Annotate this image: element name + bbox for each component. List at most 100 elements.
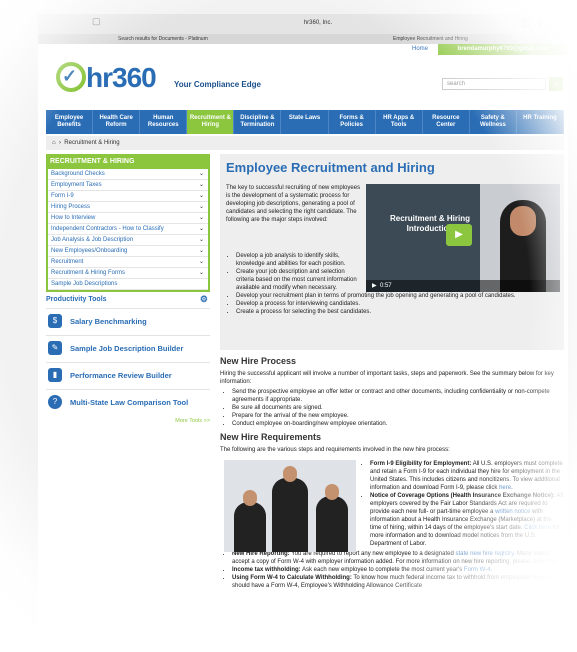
requirements-body: Form I-9 Eligibility for Employment: All… [220, 460, 564, 590]
nav-safety-wellness[interactable]: Safety & Wellness [470, 110, 517, 134]
main-nav: Employee Benefits Health Care Reform Hum… [46, 110, 565, 134]
tagline: Your Compliance Edge [174, 80, 261, 89]
list-item: Develop a process for interviewing candi… [236, 300, 566, 308]
list-item: New Hire Reporting: You are required to … [232, 550, 564, 566]
sidebar-toggle-icon[interactable]: ▢ [92, 16, 101, 27]
chevron-down-icon[interactable]: ⌄ [199, 268, 204, 278]
list-item: Develop a job analysis to identify skill… [236, 252, 362, 268]
nav-state-laws[interactable]: State Laws [281, 110, 329, 134]
chevron-down-icon[interactable]: ⌄ [199, 224, 204, 234]
section-heading: New Hire Process [220, 356, 297, 366]
sidebar-heading: RECRUITMENT & HIRING [46, 154, 210, 169]
browser-toolbar: ▢ hr360, Inc. ⓵⇪⧉ [38, 14, 568, 35]
list-item: Create your job description and selectio… [236, 268, 362, 292]
sidebar-list: Background Checks ⌄ Employment Taxes ⌄ For… [46, 169, 210, 292]
sidebar-item[interactable]: Employment Taxes ⌄ [48, 180, 208, 191]
search-button[interactable]: ⌕ [549, 77, 563, 91]
section-text: Hiring the successful applicant will inv… [220, 371, 554, 385]
steps-list: Develop a job analysis to identify skill… [226, 252, 566, 316]
productivity-tools-heading: Productivity Tools ⚙ [46, 294, 208, 304]
breadcrumb-current: Recruitment & Hiring [64, 140, 120, 146]
nav-human-resources[interactable]: Human Resources [140, 110, 188, 134]
nav-employee-benefits[interactable]: Employee Benefits [46, 110, 94, 134]
sidebar-item[interactable]: Hiring Process ⌄ [48, 202, 208, 213]
hr360-logo[interactable]: ✓ hr360 [56, 62, 166, 96]
chevron-down-icon[interactable]: ⌄ [199, 246, 204, 256]
chevron-down-icon[interactable]: ⌄ [199, 191, 204, 201]
logo-text: hr360 [86, 62, 157, 93]
registry-link[interactable]: state new hire registry [455, 551, 513, 557]
reporting-click-here-link[interactable]: click here [532, 559, 557, 565]
list-item: Notice of Coverage Options (Health Insur… [370, 492, 564, 548]
click-here-link[interactable]: Click here [524, 525, 551, 531]
page-title: Employee Recruitment and Hiring [226, 160, 435, 175]
sidebar-item[interactable]: How to Interview ⌄ [48, 213, 208, 224]
tab-recruitment[interactable]: Employee Recruitment and Hiring [393, 36, 468, 42]
chevron-down-icon[interactable]: ⌄ [199, 257, 204, 267]
tool-performance-review-builder[interactable]: ▮ Performance Review Builder [46, 362, 210, 389]
sidebar-item[interactable]: Job Analysis & Job Description ⌄ [48, 235, 208, 246]
tool-job-description-builder[interactable]: ✎ Sample Job Description Builder [46, 335, 210, 362]
sidebar-item[interactable]: Sample Job Descriptions [48, 279, 208, 290]
new-hire-process: New Hire Process Hiring the successful a… [220, 356, 564, 428]
tool-multi-state-law[interactable]: ? Multi-State Law Comparison Tool [46, 389, 210, 416]
gear-icon: ⚙ [199, 294, 208, 304]
requirements-list-continued: New Hire Reporting: You are required to … [220, 550, 564, 590]
sidebar-item[interactable]: Recruitment & Hiring Forms ⌄ [48, 268, 208, 279]
list-item: Form I-9 Eligibility for Employment: All… [370, 460, 564, 492]
sidebar-item[interactable]: Independent Contractors - How to Classif… [48, 224, 208, 235]
list-item: Develop your recruitment plan in terms o… [236, 292, 566, 300]
list-item: Conduct employee on-boarding/new employe… [232, 420, 564, 428]
tool-salary-benchmarking[interactable]: $ Salary Benchmarking [46, 308, 210, 335]
sidebar-item[interactable]: Form I-9 ⌄ [48, 191, 208, 202]
main-content: Employee Recruitment and Hiring The key … [220, 154, 564, 590]
logo-check-icon: ✓ [62, 66, 78, 86]
list-item: Income tax withholding: Ask each new emp… [232, 566, 564, 574]
nav-forms-policies[interactable]: Forms & Policies [329, 110, 376, 134]
chevron-down-icon[interactable]: ⌄ [199, 169, 204, 179]
chevron-down-icon[interactable]: ⌄ [199, 213, 204, 223]
list-item: Send the prospective employee an offer l… [232, 388, 564, 404]
tab-search-results[interactable]: Search results for Documents - Platinum [118, 36, 208, 42]
section-text: The following are the various steps and … [220, 447, 450, 453]
sidebar-item[interactable]: Recruitment ⌄ [48, 257, 208, 268]
nav-recruitment-hiring[interactable]: Recruitment & Hiring [187, 110, 235, 134]
question-icon: ? [48, 395, 62, 409]
play-icon[interactable]: ▶ [446, 224, 472, 246]
sidebar-item[interactable]: New Employees/Onboarding ⌄ [48, 246, 208, 257]
chevron-down-icon[interactable]: ⌄ [199, 180, 204, 190]
nav-resource-center[interactable]: Resource Center [423, 110, 470, 134]
intro-text: The key to successful recruiting of new … [226, 185, 361, 223]
list-item: Using Form W-4 to Calculate Withholding:… [232, 574, 564, 590]
sidebar-item[interactable]: Background Checks ⌄ [48, 169, 208, 180]
form-w4-link[interactable]: Form W-4 [464, 567, 491, 573]
pencil-icon: ✎ [48, 341, 62, 355]
hero-section: Employee Recruitment and Hiring The key … [220, 154, 564, 350]
search-input[interactable]: search [442, 78, 546, 90]
more-tools-link[interactable]: More Tools >> [46, 418, 210, 424]
nav-hr-training[interactable]: HR Training [517, 110, 565, 134]
nav-hr-apps-tools[interactable]: HR Apps & Tools [376, 110, 423, 134]
team-photo [224, 460, 356, 552]
search-icon: ⌕ [553, 79, 559, 88]
nav-discipline-termination[interactable]: Discipline & Termination [234, 110, 282, 134]
nav-health-care-reform[interactable]: Health Care Reform [93, 110, 141, 134]
address-bar[interactable]: hr360, Inc. [228, 17, 408, 30]
bar-chart-icon: ▮ [48, 368, 62, 382]
sidebar: RECRUITMENT & HIRING Background Checks ⌄ … [46, 154, 210, 424]
chevron-down-icon[interactable]: ⌄ [199, 202, 204, 212]
requirements-list: Form I-9 Eligibility for Employment: All… [358, 460, 564, 548]
browser-action-icons[interactable]: ⓵⇪⧉ [521, 17, 562, 30]
user-menu[interactable]: brendamurphy6769@gmail.com [438, 44, 568, 55]
home-link[interactable]: Home [412, 46, 428, 52]
process-list: Send the prospective employee an offer l… [220, 388, 564, 428]
chevron-down-icon[interactable]: ⌄ [199, 235, 204, 245]
list-item: Create a process for selecting the best … [236, 308, 566, 316]
home-icon[interactable]: ⌂ [52, 140, 56, 146]
tab-bar: Search results for Documents - Platinum … [38, 34, 568, 44]
i9-link[interactable]: here [499, 485, 511, 491]
dollar-icon: $ [48, 314, 62, 328]
section-heading: New Hire Requirements [220, 432, 322, 442]
screen: ▢ hr360, Inc. ⓵⇪⧉ Search results for Doc… [0, 0, 577, 652]
written-notice-link[interactable]: written notice [495, 509, 530, 515]
